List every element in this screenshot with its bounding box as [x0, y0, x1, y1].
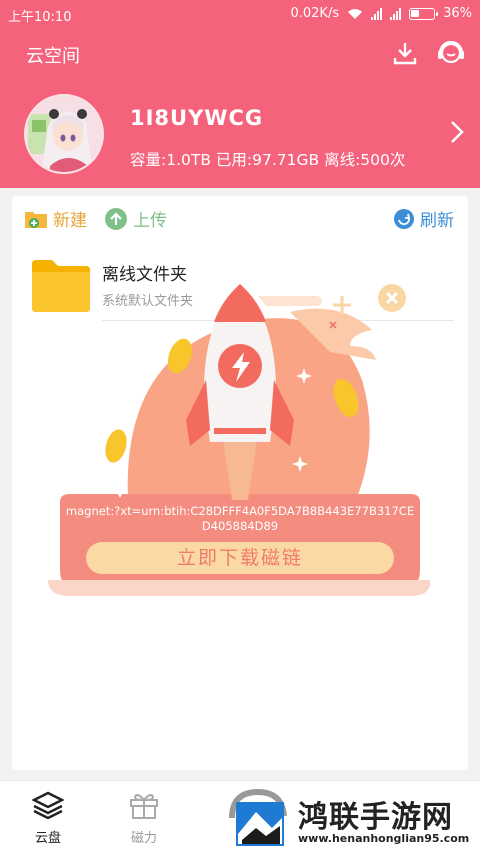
nav-magnet[interactable]: 磁力	[114, 791, 174, 846]
watermark-url: www.henanhonglian95.com	[298, 832, 470, 845]
nav-label-cloud-disk: 云盘	[34, 831, 61, 846]
close-button[interactable]	[378, 284, 406, 312]
close-icon	[385, 291, 399, 305]
promo-overlay: magnet:?xt=urn:btih:C28DFFF4A0F5DA7B8B44…	[0, 0, 480, 853]
download-magnet-button[interactable]: 立即下载磁链	[86, 542, 394, 574]
watermark: 鸿联手游网 www.henanhonglian95.com	[222, 786, 480, 853]
watermark-text: 鸿联手游网	[298, 800, 453, 835]
nav-cloud-disk[interactable]: 云盘	[18, 791, 78, 846]
cloud-disk-icon	[31, 791, 65, 820]
gift-icon	[130, 794, 158, 819]
watermark-logo	[229, 788, 287, 846]
promo-illustration	[48, 284, 431, 596]
nav-label-magnet: 磁力	[130, 831, 157, 846]
magnet-link-text: magnet:?xt=urn:btih:C28DFFF4A0F5DA7B8B44…	[65, 504, 415, 533]
